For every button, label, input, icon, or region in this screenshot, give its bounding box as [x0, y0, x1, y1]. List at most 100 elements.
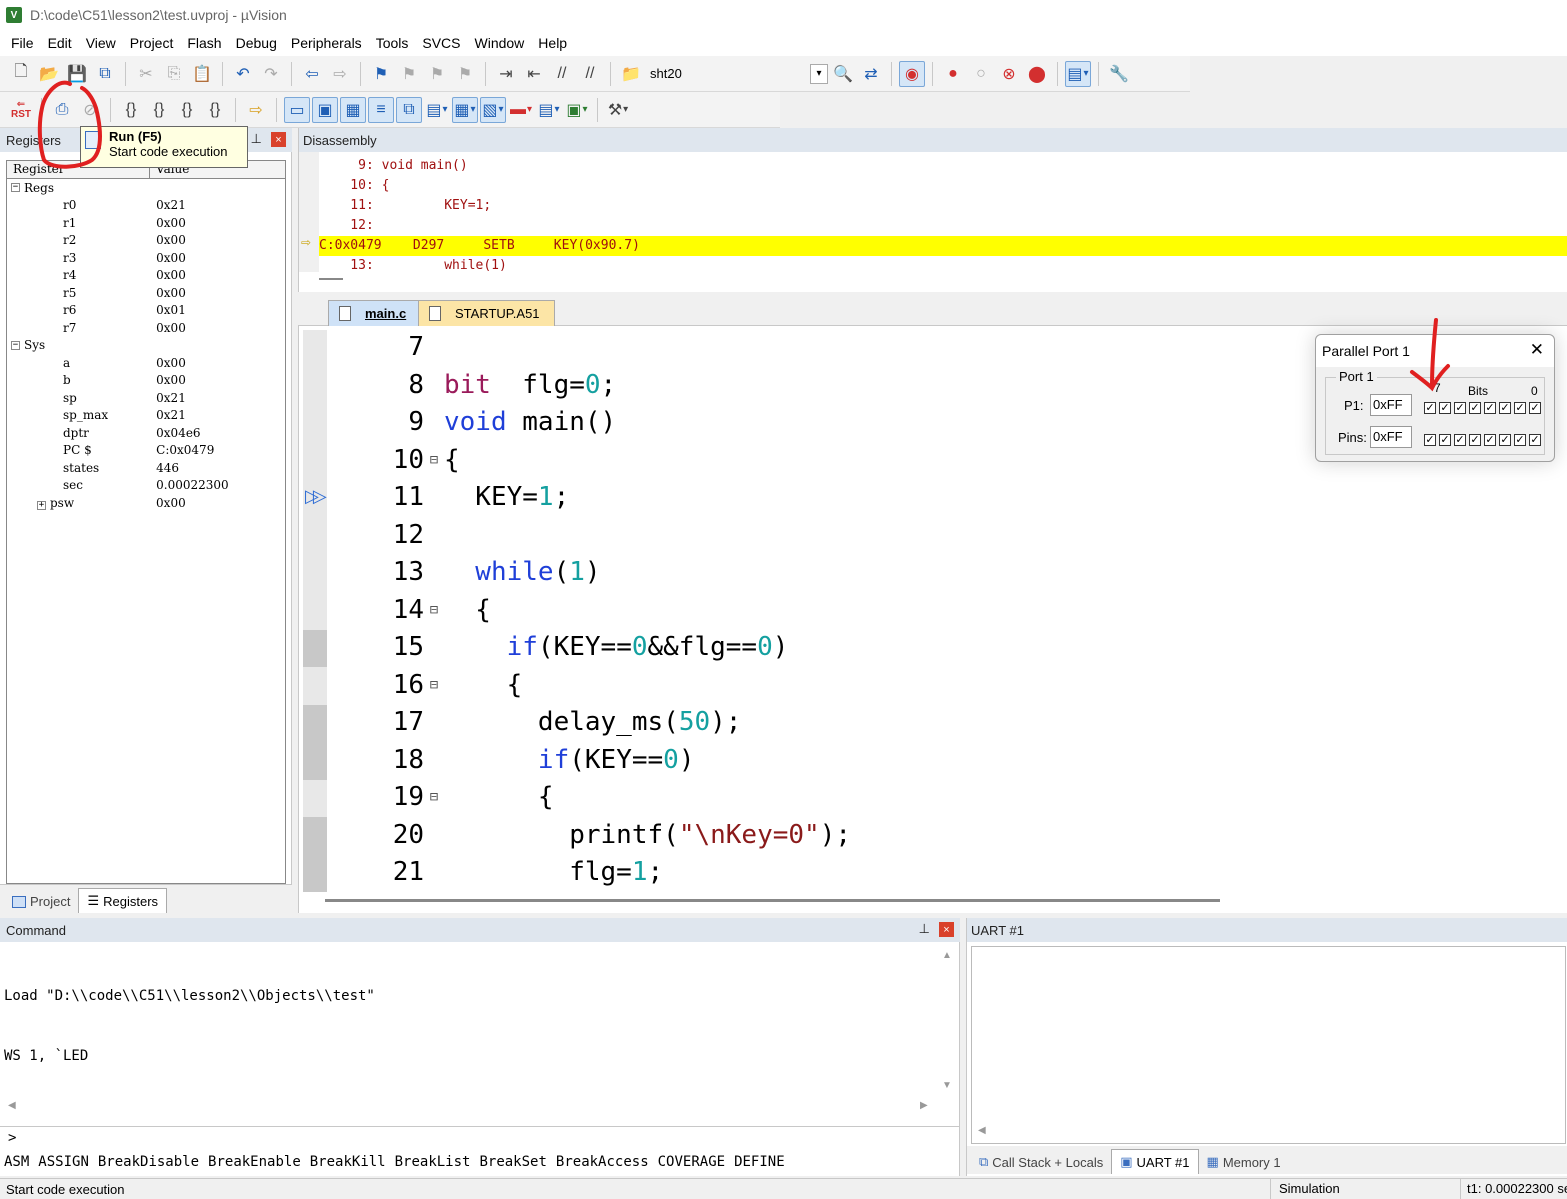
bookmark-toggle-icon[interactable]: ⚑	[368, 61, 394, 87]
code-line[interactable]: 15 if(KEY==0&&flg==0)	[329, 629, 1559, 667]
step-out-icon[interactable]: {}	[174, 97, 200, 123]
pin-icon[interactable]: ⊥	[919, 921, 930, 937]
save-icon[interactable]: 💾	[64, 61, 90, 87]
redo-icon[interactable]: ↷	[258, 61, 284, 87]
serial-window-icon[interactable]: ▧	[480, 96, 506, 123]
register-value[interactable]: 0x04e6	[156, 426, 285, 440]
analysis-window-icon[interactable]: ▬	[508, 97, 534, 123]
register-value[interactable]: 446	[156, 461, 285, 475]
menu-file[interactable]: File	[4, 31, 41, 55]
command-hint[interactable]: BreakDisable	[98, 1154, 199, 1170]
tab-call-stack-locals[interactable]: ⧉ Call Stack + Locals	[971, 1150, 1111, 1174]
scroll-right-icon[interactable]: ▶	[920, 1100, 928, 1111]
menu-window[interactable]: Window	[468, 31, 532, 55]
register-row[interactable]: r1 0x00	[7, 214, 285, 232]
code-line[interactable]: 11 KEY=1;	[329, 479, 1559, 517]
kill-breakpoints-icon[interactable]: ⬤	[1024, 61, 1050, 87]
menu-help[interactable]: Help	[531, 31, 574, 55]
save-all-icon[interactable]: ⧉	[92, 61, 118, 87]
disable-breakpoints-icon[interactable]: ⊗	[996, 61, 1022, 87]
bit-checkbox[interactable]: ✓	[1514, 434, 1526, 446]
bit-checkbox[interactable]: ✓	[1514, 402, 1526, 414]
code-line[interactable]: 16 ⊟ {	[329, 667, 1559, 705]
indent-icon[interactable]: ⇥	[493, 61, 519, 87]
uart-output[interactable]: ◀	[971, 946, 1566, 1144]
register-row[interactable]: states 446	[7, 459, 285, 477]
menu-peripherals[interactable]: Peripherals	[284, 31, 369, 55]
command-hint[interactable]: BreakEnable	[208, 1154, 301, 1170]
bit-checkbox[interactable]: ✓	[1499, 402, 1511, 414]
trace-window-icon[interactable]: ▤	[536, 97, 562, 123]
tab-main-c[interactable]: main.c	[328, 300, 422, 326]
register-value[interactable]: 0.00022300	[156, 478, 285, 492]
disassembly-line[interactable]: 13: while(1)	[319, 256, 1567, 272]
menu-flash[interactable]: Flash	[180, 31, 228, 55]
command-hint[interactable]: BreakKill	[310, 1154, 386, 1170]
register-row[interactable]: r6 0x01	[7, 302, 285, 320]
register-row[interactable]: a 0x00	[7, 354, 285, 372]
unindent-icon[interactable]: ⇤	[521, 61, 547, 87]
command-hint[interactable]: BreakList	[395, 1154, 471, 1170]
register-group[interactable]: − Regs	[7, 179, 285, 197]
menu-view[interactable]: View	[79, 31, 123, 55]
configure-icon[interactable]: 🔧	[1106, 61, 1132, 87]
code-line[interactable]: 17 delay_ms(50);	[329, 704, 1559, 742]
register-row[interactable]: r4 0x00	[7, 267, 285, 285]
incremental-find-icon[interactable]: ⇄	[858, 61, 884, 87]
bit-checkbox[interactable]: ✓	[1529, 402, 1541, 414]
register-row[interactable]: r2 0x00	[7, 232, 285, 250]
bit-checkbox[interactable]: ✓	[1469, 402, 1481, 414]
menu-svcs[interactable]: SVCS	[415, 31, 467, 55]
register-value[interactable]: 0x21	[156, 408, 285, 422]
bookmark-prev-icon[interactable]: ⚑	[396, 61, 422, 87]
expand-icon[interactable]: +	[37, 500, 46, 510]
command-hint[interactable]: ASM	[4, 1154, 29, 1170]
register-value[interactable]: 0x21	[156, 391, 285, 405]
register-value[interactable]: 0x00	[156, 233, 285, 247]
register-group[interactable]: − Sys	[7, 337, 285, 355]
command-hint[interactable]: BreakSet	[479, 1154, 546, 1170]
register-row[interactable]: sec 0.00022300	[7, 477, 285, 495]
window-layout-icon[interactable]: ▤	[1065, 60, 1091, 87]
command-hint[interactable]: BreakAccess	[556, 1154, 649, 1170]
command-hint[interactable]: ASSIGN	[38, 1154, 89, 1170]
navigate-forward-icon[interactable]: ⇨	[327, 61, 353, 87]
system-viewer-icon[interactable]: ▣	[564, 97, 590, 123]
bit-checkbox[interactable]: ✓	[1454, 402, 1466, 414]
register-value[interactable]: 0x21	[156, 198, 285, 212]
watch-window-icon[interactable]: ▤	[424, 97, 450, 123]
tab-memory-1[interactable]: ▦ Memory 1	[1199, 1150, 1289, 1174]
command-hint[interactable]: DEFINE	[734, 1154, 785, 1170]
enable-breakpoint-icon[interactable]: ○	[968, 61, 994, 87]
run-icon[interactable]: ⎙	[49, 97, 75, 123]
register-value[interactable]: 0x00	[156, 286, 285, 300]
insert-breakpoint-icon[interactable]: ●	[940, 61, 966, 87]
register-row[interactable]: + psw 0x00	[7, 494, 285, 512]
command-hint[interactable]: COVERAGE	[658, 1154, 725, 1170]
register-row[interactable]: r3 0x00	[7, 249, 285, 267]
collapse-icon[interactable]: −	[11, 183, 20, 193]
command-vscroll[interactable]: ▲ ▼	[938, 944, 956, 1112]
register-value[interactable]: 0x00	[156, 356, 285, 370]
p1-value-field[interactable]: 0xFF	[1370, 394, 1412, 416]
stop-icon[interactable]: ⊘	[77, 97, 103, 123]
register-row[interactable]: r7 0x00	[7, 319, 285, 337]
target-select[interactable]: sht20	[646, 63, 806, 85]
uncomment-icon[interactable]: //	[577, 61, 603, 87]
disassembly-hscroll[interactable]	[319, 278, 343, 280]
bit-checkbox[interactable]: ✓	[1529, 434, 1541, 446]
menu-tools[interactable]: Tools	[369, 31, 416, 55]
register-value[interactable]: 0x00	[156, 373, 285, 387]
code-line[interactable]: 20 printf("\nKey=0");	[329, 817, 1559, 855]
bookmark-next-icon[interactable]: ⚑	[424, 61, 450, 87]
bookmark-clear-icon[interactable]: ⚑	[452, 61, 478, 87]
scroll-left-icon[interactable]: ◀	[978, 1125, 986, 1136]
step-over-icon[interactable]: {}	[146, 97, 172, 123]
code-line[interactable]: 14 ⊟ {	[329, 592, 1559, 630]
code-line[interactable]: 12	[329, 517, 1559, 555]
tab-uart-1[interactable]: ▣ UART #1	[1111, 1149, 1199, 1174]
command-window-icon[interactable]: ▭	[284, 96, 310, 123]
editor-hscroll[interactable]	[325, 893, 1565, 909]
step-into-icon[interactable]: {}	[118, 97, 144, 123]
disassembly-line[interactable]: 12:	[319, 216, 1567, 236]
